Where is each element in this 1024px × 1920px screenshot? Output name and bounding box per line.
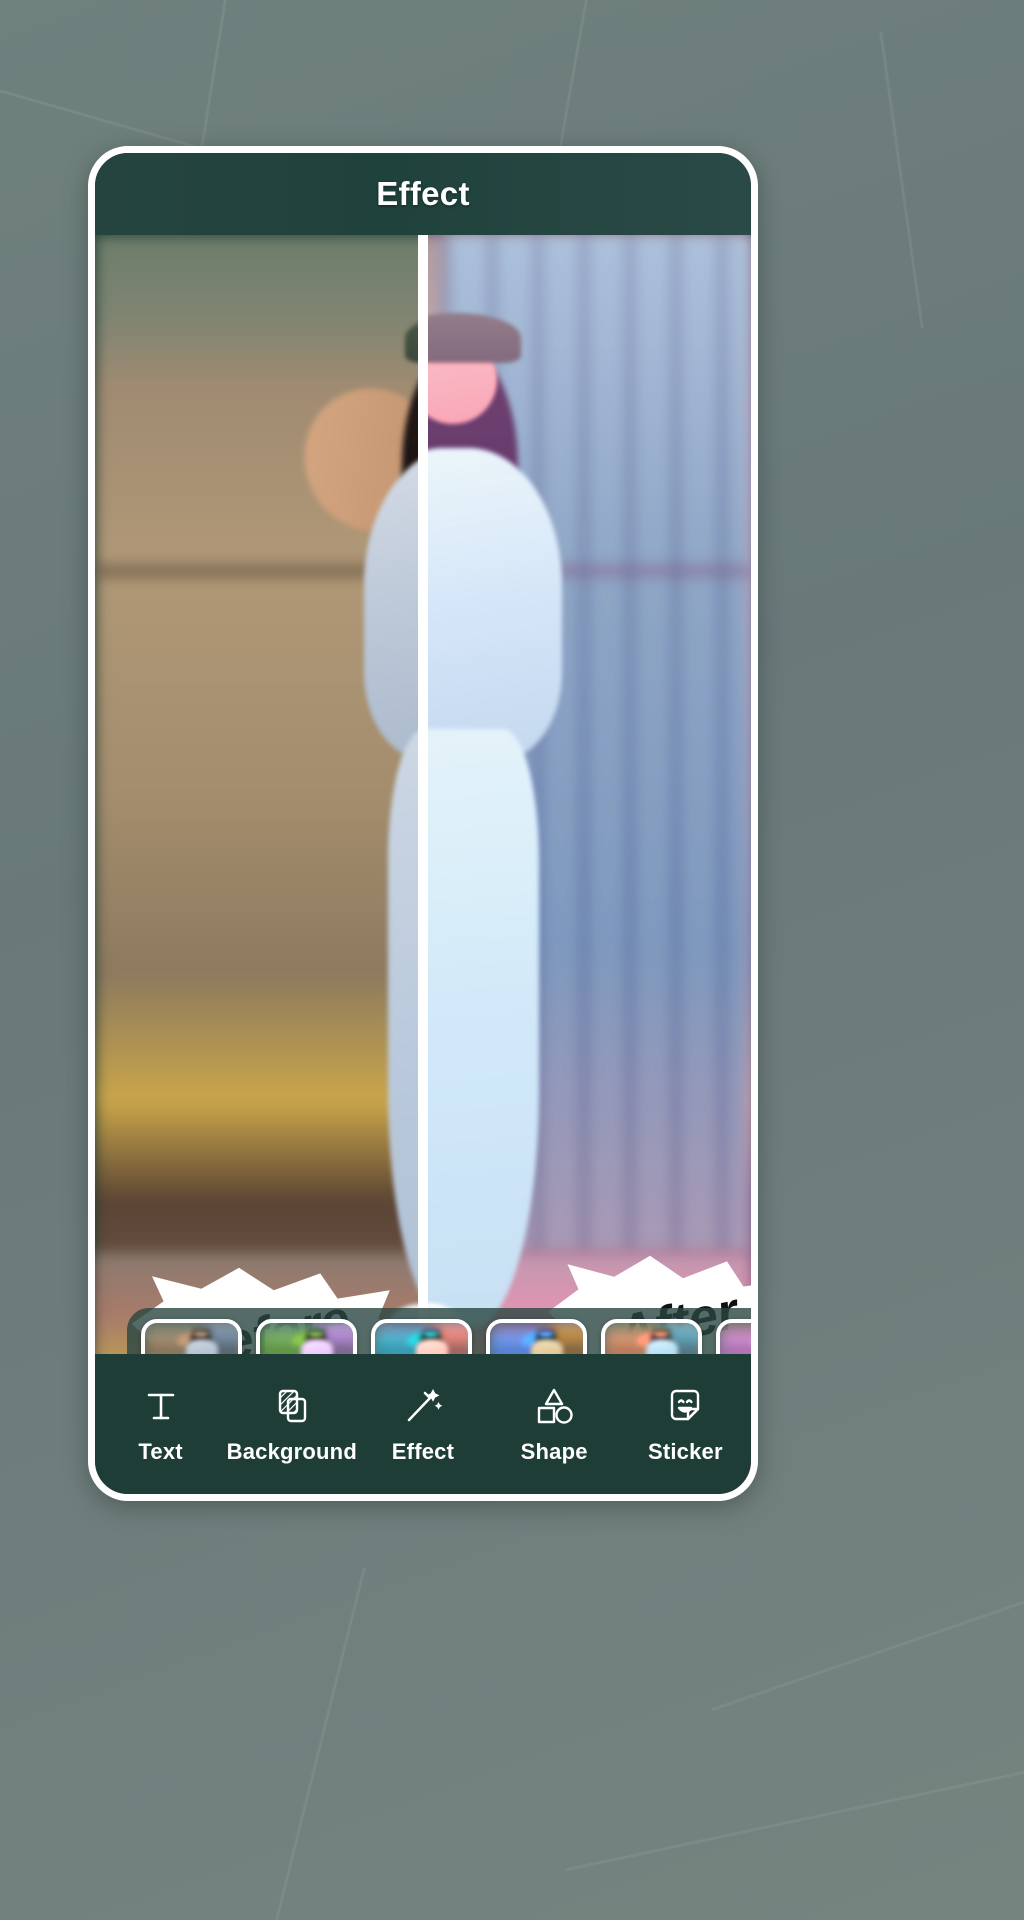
nav-label-background: Background — [226, 1439, 357, 1464]
app-window: Effect Text Background Effect Shape Stic… — [88, 146, 758, 1501]
text-icon — [141, 1383, 181, 1429]
nav-label-text: Text — [138, 1439, 183, 1464]
nav-item-text[interactable]: Text — [97, 1383, 225, 1465]
nav-item-sticker[interactable]: Sticker — [621, 1383, 749, 1465]
background-icon — [271, 1383, 313, 1429]
shapes-icon — [533, 1383, 575, 1429]
app-header: Effect — [95, 153, 751, 235]
bottom-toolbar: Text Background Effect Shape Sticker — [95, 1354, 751, 1494]
nav-item-background[interactable]: Background — [226, 1383, 357, 1465]
nav-item-effect[interactable]: Effect — [359, 1383, 487, 1465]
wallpaper-guide-line — [710, 1571, 1024, 1712]
sticker-icon — [664, 1383, 706, 1429]
nav-item-shape[interactable]: Shape — [490, 1383, 618, 1465]
magic-wand-icon — [402, 1383, 444, 1429]
page-title: Effect — [376, 175, 470, 212]
wallpaper-guide-line — [879, 31, 924, 329]
nav-label-effect: Effect — [391, 1439, 455, 1464]
nav-label-shape: Shape — [520, 1439, 588, 1464]
wallpaper-guide-line — [237, 1567, 366, 1920]
nav-label-sticker: Sticker — [647, 1439, 723, 1464]
wallpaper-guide-line — [565, 1751, 1024, 1872]
